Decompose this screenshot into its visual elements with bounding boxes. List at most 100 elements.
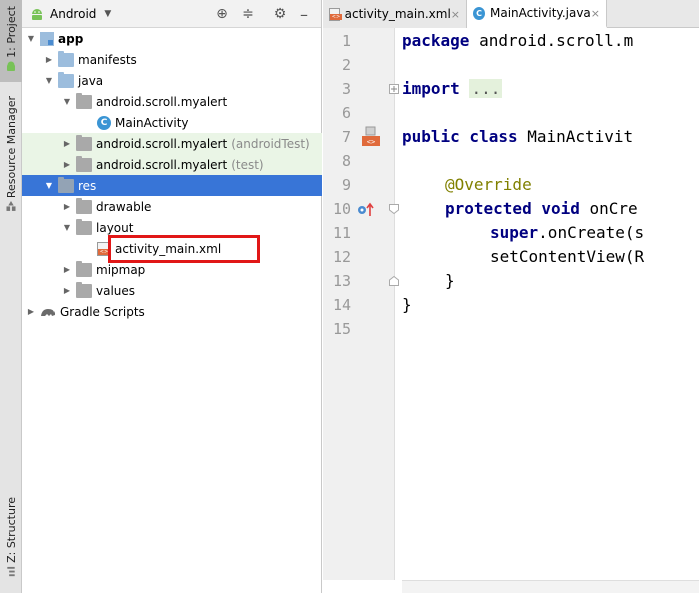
code-line-10: protected void onCre: [445, 199, 638, 218]
tree-label: values: [96, 283, 136, 298]
editor-tab-mainactivity-java[interactable]: C MainActivity.java ×: [467, 0, 607, 28]
annotation: @Override: [445, 175, 532, 194]
tree-label: MainActivity: [115, 115, 189, 130]
line-number: 12: [332, 248, 351, 266]
code-text: android.scroll.m: [469, 31, 634, 50]
tab-structure-label: Z: Structure: [4, 497, 18, 563]
line-number-gutter: 1 2 3 6 7 8 9 10 11 12 13 14 15 <>: [323, 28, 399, 580]
folded-imports[interactable]: ...: [469, 79, 503, 98]
layout-xml-icon[interactable]: <>: [361, 126, 381, 148]
collapse-all-icon[interactable]: ≑: [240, 6, 256, 22]
line-number: 15: [332, 320, 351, 338]
code-line-11: super.onCreate(s: [490, 223, 644, 242]
tree-item-manifests[interactable]: ▶ manifests: [22, 49, 322, 70]
expand-arrow-icon[interactable]: ▶: [61, 265, 73, 274]
code-line-3: import ...: [402, 79, 503, 98]
expand-arrow-icon[interactable]: ▼: [61, 223, 73, 232]
editor-tab-bar: activity_main.xml × C MainActivity.java …: [323, 0, 699, 28]
package-icon: [76, 92, 92, 109]
project-tree: ▼ app ▶ manifests ▼ java ▼ android.scrol…: [22, 28, 322, 322]
tree-item-package-test[interactable]: ▶ android.scroll.myalert (test): [22, 154, 322, 175]
tree-label: drawable: [96, 199, 152, 214]
code-line-1: package android.scroll.m: [402, 31, 633, 50]
line-number: 6: [341, 104, 351, 122]
class-icon: C: [97, 115, 111, 130]
expand-arrow-icon[interactable]: ▼: [43, 76, 55, 85]
tree-label: manifests: [78, 52, 137, 67]
code-line-14: }: [402, 295, 412, 314]
project-view-selector[interactable]: Android: [50, 7, 96, 21]
tree-item-package-androidtest[interactable]: ▶ android.scroll.myalert (androidTest): [22, 133, 322, 154]
expand-arrow-icon[interactable]: ▶: [43, 55, 55, 64]
fold-minus-icon[interactable]: [389, 204, 399, 214]
crosshair-icon[interactable]: ⊕: [214, 6, 230, 22]
expand-arrow-icon[interactable]: ▶: [61, 160, 73, 169]
left-tool-strip: 1: Project Resource Manager Z: Structure: [0, 0, 22, 593]
line-number: 14: [332, 296, 351, 314]
tree-item-values[interactable]: ▶ values: [22, 280, 322, 301]
svg-text:<>: <>: [367, 138, 375, 146]
tree-item-drawable[interactable]: ▶ drawable: [22, 196, 322, 217]
tree-label: android.scroll.myalert: [96, 94, 228, 109]
expand-arrow-icon[interactable]: ▶: [61, 286, 73, 295]
code-text: .onCreate(s: [538, 223, 645, 242]
keyword: package: [402, 31, 470, 50]
module-icon: [40, 31, 54, 46]
line-number: 13: [332, 272, 351, 290]
code-line-13: }: [445, 271, 455, 290]
gradle-icon: [41, 308, 55, 316]
tree-item-mainactivity[interactable]: C MainActivity: [22, 112, 322, 133]
tree-label: res: [78, 178, 97, 193]
tab-resource-manager[interactable]: Resource Manager: [0, 92, 22, 212]
horizontal-scrollbar[interactable]: [402, 580, 699, 593]
editor-tab-label: activity_main.xml: [344, 7, 451, 21]
code-text: }: [402, 295, 412, 314]
keyword: import: [402, 79, 460, 98]
highlight-annotation-box: [108, 235, 260, 263]
xml-file-icon: [329, 7, 342, 21]
tree-item-gradle-scripts[interactable]: ▶ Gradle Scripts: [22, 301, 322, 322]
code-text: onCre: [579, 199, 638, 218]
fold-end-icon[interactable]: [389, 276, 399, 286]
tab-project-label: 1: Project: [4, 6, 18, 58]
expand-arrow-icon[interactable]: ▼: [43, 181, 55, 190]
tree-item-java[interactable]: ▼ java: [22, 70, 322, 91]
expand-arrow-icon[interactable]: ▼: [25, 34, 37, 43]
tree-label: android.scroll.myalert: [96, 157, 228, 172]
tree-item-package[interactable]: ▼ android.scroll.myalert: [22, 91, 322, 112]
tree-item-res[interactable]: ▼ res: [22, 175, 322, 196]
tree-label: mipmap: [96, 262, 146, 277]
line-number: 7: [341, 128, 351, 146]
expand-arrow-icon[interactable]: ▶: [61, 139, 73, 148]
tree-item-app[interactable]: ▼ app: [22, 28, 322, 49]
keyword: super: [490, 223, 539, 242]
tab-structure[interactable]: Z: Structure: [0, 495, 22, 577]
line-number: 2: [341, 56, 351, 74]
close-icon[interactable]: ×: [451, 8, 460, 21]
tab-resource-manager-label: Resource Manager: [4, 96, 18, 199]
override-method-icon[interactable]: [357, 202, 375, 218]
minimize-icon[interactable]: –: [296, 5, 312, 24]
tab-project[interactable]: 1: Project: [0, 0, 22, 82]
project-toolbar: Android ▼ ⊕ ≑ ⚙ –: [22, 0, 321, 28]
fold-plus-icon[interactable]: [389, 84, 399, 94]
expand-arrow-icon[interactable]: ▼: [61, 97, 73, 106]
tree-sublabel: (androidTest): [231, 136, 310, 151]
code-editor: activity_main.xml × C MainActivity.java …: [323, 0, 699, 593]
expand-arrow-icon[interactable]: ▶: [25, 307, 37, 316]
chevron-down-icon[interactable]: ▼: [104, 9, 111, 19]
line-number: 3: [341, 80, 351, 98]
gear-icon[interactable]: ⚙: [272, 6, 288, 22]
folder-icon: [76, 260, 92, 277]
close-icon[interactable]: ×: [591, 7, 600, 20]
code-line-12: setContentView(R: [490, 247, 644, 266]
code-area[interactable]: package android.scroll.m import ... publ…: [402, 28, 699, 580]
folder-icon: [58, 71, 74, 88]
editor-tab-activity-main-xml[interactable]: activity_main.xml ×: [323, 0, 467, 28]
line-number: 10: [332, 200, 351, 218]
line-number: 1: [341, 32, 351, 50]
structure-icon: [7, 566, 15, 577]
expand-arrow-icon[interactable]: ▶: [61, 202, 73, 211]
code-text: setContentView(R: [490, 247, 645, 266]
android-icon: [7, 61, 15, 71]
